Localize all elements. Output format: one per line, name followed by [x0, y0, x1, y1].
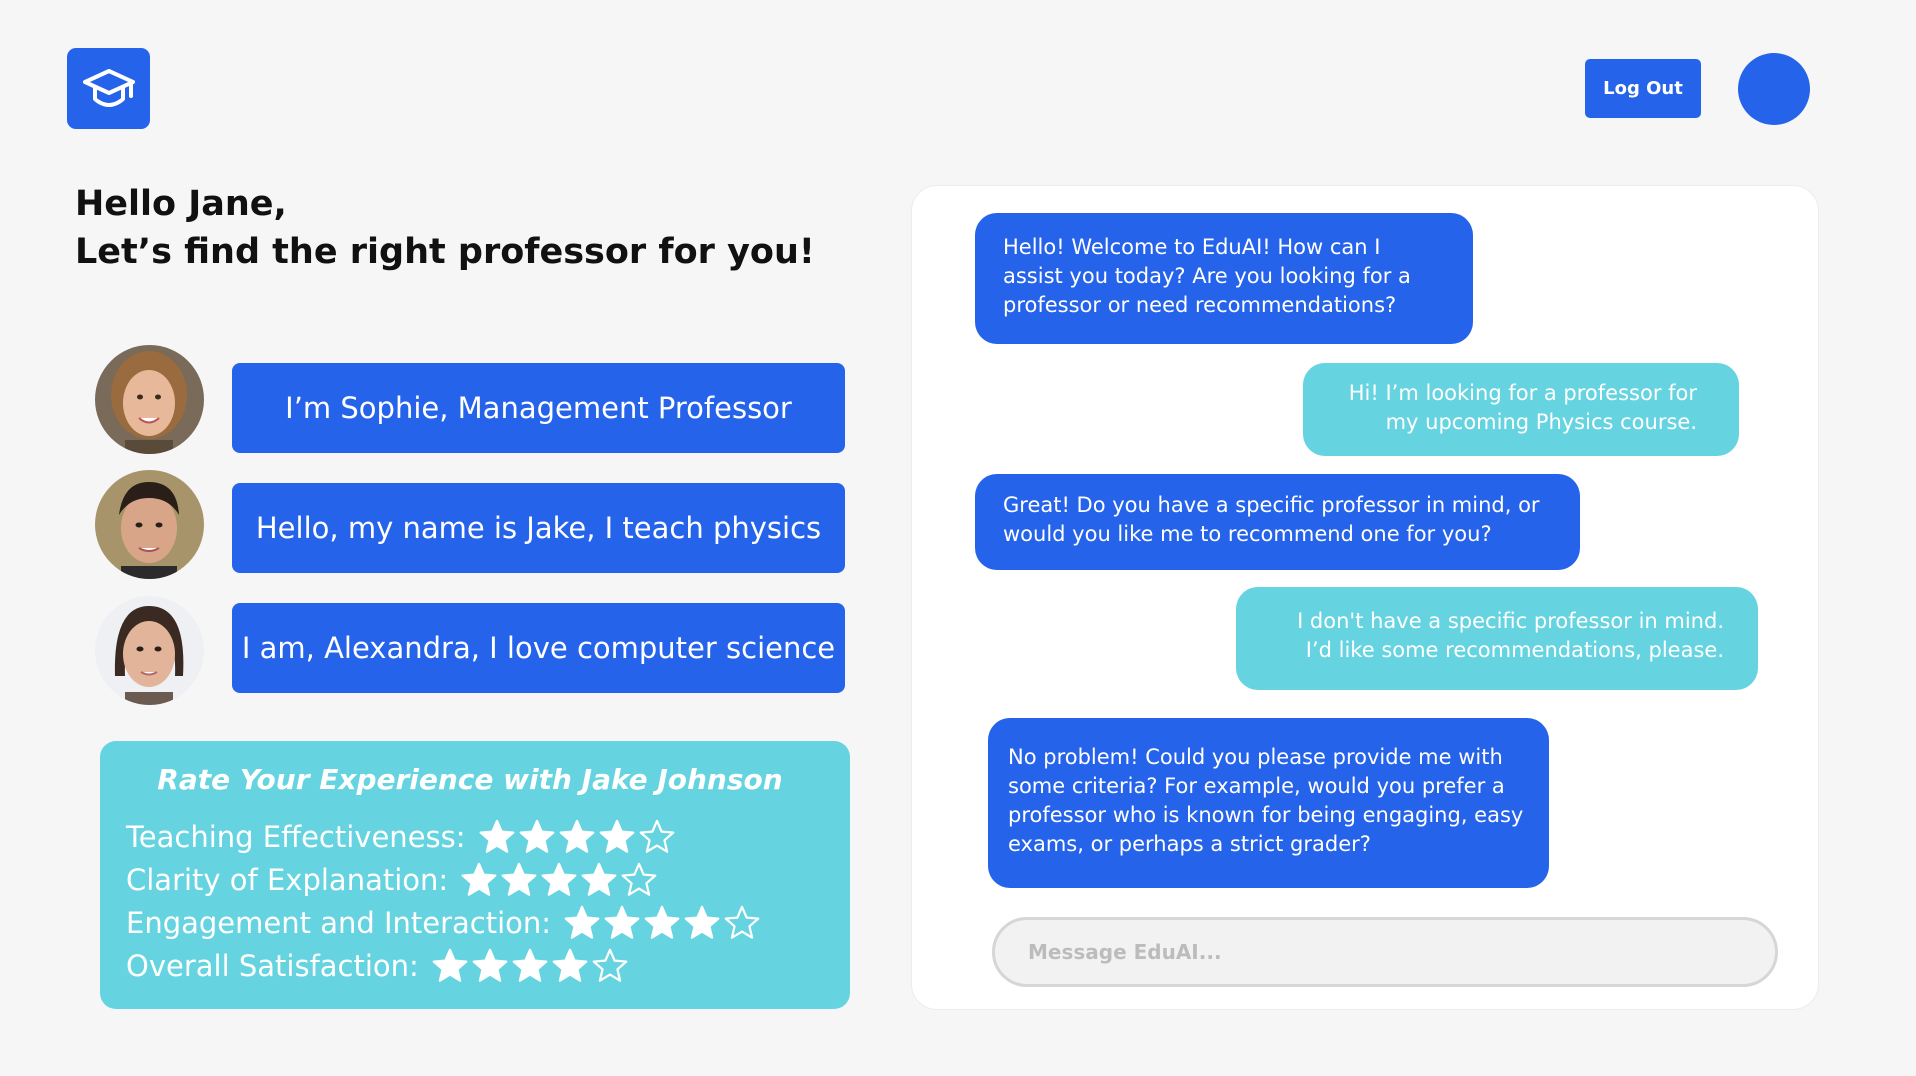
- rating-label: Overall Satisfaction:: [126, 949, 419, 983]
- logo[interactable]: [67, 48, 150, 129]
- chat-panel: Hello! Welcome to EduAI! How can I assis…: [911, 185, 1819, 1010]
- professor-row-jake: Hello, my name is Jake, I teach physics: [95, 470, 845, 580]
- professor-photo-alexandra: [95, 596, 204, 705]
- chat-message-user: Hi! I’m looking for a professor for my u…: [1303, 363, 1739, 456]
- star-rating[interactable]: [460, 861, 660, 899]
- rating-row-clarity: Clarity of Explanation:: [126, 861, 660, 899]
- star-filled-icon[interactable]: [518, 818, 556, 856]
- star-filled-icon[interactable]: [540, 861, 578, 899]
- rating-row-teaching: Teaching Effectiveness:: [126, 818, 678, 856]
- page: Log Out Hello Jane, Let’s find the right…: [0, 0, 1916, 1076]
- user-avatar[interactable]: [1738, 53, 1810, 125]
- star-filled-icon[interactable]: [551, 947, 589, 985]
- chat-message-user: I don't have a specific professor in min…: [1236, 587, 1758, 690]
- professor-photo-jake: [95, 470, 204, 579]
- star-empty-icon[interactable]: [620, 861, 658, 899]
- star-filled-icon[interactable]: [431, 947, 469, 985]
- rating-card: Rate Your Experience with Jake Johnson T…: [100, 741, 850, 1009]
- professor-photo-sophie: [95, 345, 204, 454]
- star-rating[interactable]: [478, 818, 678, 856]
- graduation-cap-icon: [82, 68, 135, 107]
- professor-button-sophie[interactable]: I’m Sophie, Management Professor: [232, 363, 845, 453]
- star-empty-icon[interactable]: [638, 818, 676, 856]
- star-filled-icon[interactable]: [643, 904, 681, 942]
- logout-button[interactable]: Log Out: [1585, 59, 1701, 118]
- star-filled-icon[interactable]: [558, 818, 596, 856]
- star-filled-icon[interactable]: [511, 947, 549, 985]
- star-filled-icon[interactable]: [500, 861, 538, 899]
- star-filled-icon[interactable]: [580, 861, 618, 899]
- rating-label: Engagement and Interaction:: [126, 906, 552, 940]
- rating-title: Rate Your Experience with Jake Johnson: [157, 763, 783, 796]
- greeting-line-2: Let’s find the right professor for you!: [75, 232, 815, 272]
- chat-message-bot: Hello! Welcome to EduAI! How can I assis…: [975, 213, 1473, 344]
- star-empty-icon[interactable]: [591, 947, 629, 985]
- star-filled-icon[interactable]: [603, 904, 641, 942]
- rating-row-satisfaction: Overall Satisfaction:: [126, 947, 631, 985]
- star-empty-icon[interactable]: [723, 904, 761, 942]
- star-filled-icon[interactable]: [563, 904, 601, 942]
- greeting: Hello Jane, Let’s find the right profess…: [75, 180, 875, 276]
- star-filled-icon[interactable]: [471, 947, 509, 985]
- star-filled-icon[interactable]: [598, 818, 636, 856]
- professor-row-sophie: I’m Sophie, Management Professor: [95, 345, 845, 455]
- professor-row-alexandra: I am, Alexandra, I love computer science: [95, 596, 845, 706]
- professor-button-alexandra[interactable]: I am, Alexandra, I love computer science: [232, 603, 845, 693]
- star-filled-icon[interactable]: [478, 818, 516, 856]
- greeting-line-1: Hello Jane,: [75, 184, 287, 224]
- star-rating[interactable]: [431, 947, 631, 985]
- chat-message-bot: No problem! Could you please provide me …: [988, 718, 1549, 888]
- rating-row-engagement: Engagement and Interaction:: [126, 904, 763, 942]
- rating-label: Clarity of Explanation:: [126, 863, 449, 897]
- rating-label: Teaching Effectiveness:: [126, 820, 466, 854]
- chat-message-bot: Great! Do you have a specific professor …: [975, 474, 1580, 570]
- star-filled-icon[interactable]: [460, 861, 498, 899]
- professor-button-jake[interactable]: Hello, my name is Jake, I teach physics: [232, 483, 845, 573]
- star-filled-icon[interactable]: [683, 904, 721, 942]
- star-rating[interactable]: [563, 904, 763, 942]
- message-input[interactable]: [992, 917, 1778, 987]
